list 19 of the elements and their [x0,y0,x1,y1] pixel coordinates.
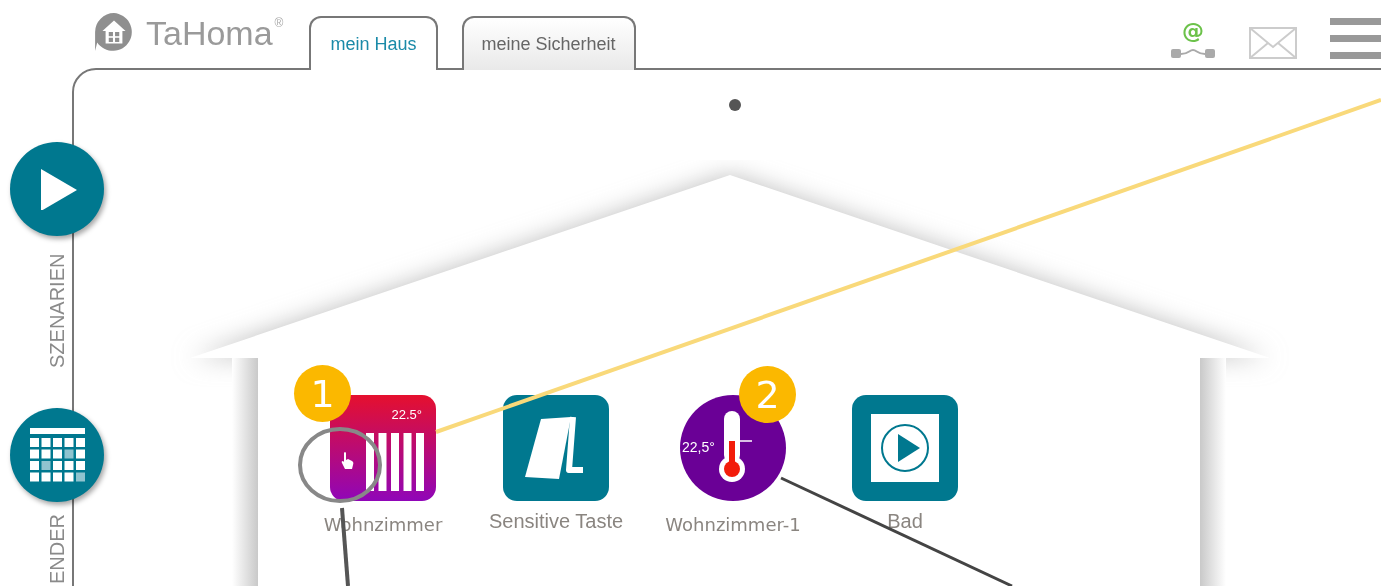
scenarios-button[interactable] [10,142,104,236]
temperature-reading: 22,5° [682,439,715,455]
device-name: Sensitive Taste [488,510,624,533]
radiator-icon [366,433,426,491]
device-name: Wohnzimmer-1 [665,514,801,535]
registered-mark: ® [274,16,284,30]
switch-tile[interactable] [503,395,609,501]
calendar-icon [29,427,85,483]
page-indicator-dot [729,99,741,111]
scene-tile[interactable] [852,395,958,501]
device-name: Bad [887,510,923,533]
temperature-reading: 22.5° [391,407,422,422]
hand-pointer-icon [340,451,354,471]
tab[interactable]: mein Haus [309,16,438,70]
calendar-button[interactable] [10,408,104,502]
house-logo-icon [93,11,135,53]
tab[interactable]: meine Sicherheit [461,16,636,70]
brand-name: TaHoma [146,13,273,53]
menu-icon[interactable] [1330,18,1381,60]
